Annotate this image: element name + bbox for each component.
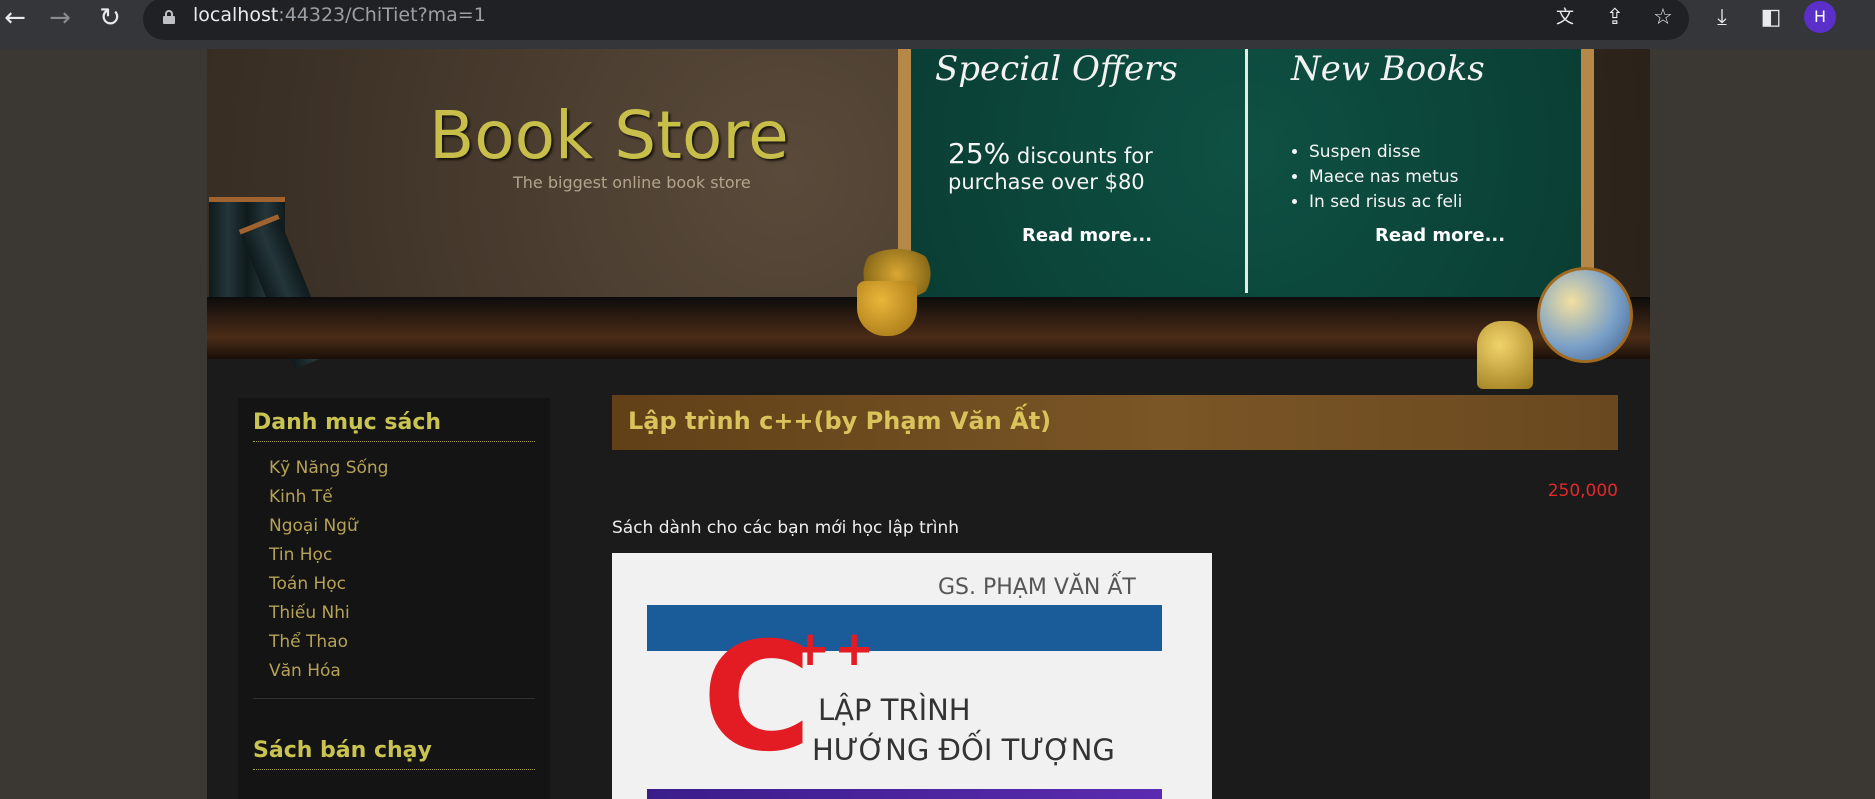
sidepanel-icon[interactable]: ◧ xyxy=(1756,3,1786,33)
lock-icon[interactable] xyxy=(163,10,175,24)
book-cover-image: GS. PHẠM VĂN ẤT C + + LẬP TRÌNH HƯỚNG ĐỐ… xyxy=(612,553,1212,799)
category-link[interactable]: Ngoại Ngữ xyxy=(269,516,358,536)
url-text[interactable]: localhost:44323/ChiTiet?ma=1 xyxy=(193,4,486,26)
category-link[interactable]: Kinh Tế xyxy=(269,487,333,507)
product-title-bar: Lập trình c++(by Phạm Văn Ất) xyxy=(612,395,1618,450)
book-illustration xyxy=(209,197,247,299)
new-book-item[interactable]: Suspen disse xyxy=(1309,140,1462,165)
reload-icon[interactable]: ↻ xyxy=(95,3,125,33)
download-icon[interactable]: ⤓ xyxy=(1707,3,1737,33)
new-books-list: Suspen disse Maece nas metus In sed risu… xyxy=(1289,140,1462,215)
chalkboard-divider xyxy=(1245,49,1248,293)
forward-arrow-icon[interactable]: → xyxy=(45,3,75,33)
section-divider xyxy=(253,698,535,699)
heading-divider xyxy=(253,441,535,442)
category-link[interactable]: Kỹ Năng Sống xyxy=(269,458,388,478)
category-link[interactable]: Thể Thao xyxy=(269,632,348,652)
category-link[interactable]: Toán Học xyxy=(269,574,346,594)
new-book-item[interactable]: Maece nas metus xyxy=(1309,165,1462,190)
new-books-heading: New Books xyxy=(1291,49,1485,89)
sidebar: Danh mục sách Kỹ Năng Sống Kinh Tế Ngoại… xyxy=(238,398,550,799)
star-icon[interactable]: ☆ xyxy=(1648,3,1678,33)
special-offers-heading: Special Offers xyxy=(935,49,1178,89)
discount-percent: 25% xyxy=(948,137,1011,170)
cover-plus: + xyxy=(834,621,875,677)
translate-icon[interactable]: 文 xyxy=(1550,3,1580,33)
logo-tagline: The biggest online book store xyxy=(513,173,751,192)
share-icon[interactable]: ⇪ xyxy=(1600,3,1630,33)
web-page: Book Store The biggest online book store… xyxy=(207,49,1650,799)
category-link[interactable]: Văn Hóa xyxy=(269,661,341,681)
new-book-item[interactable]: In sed risus ac feli xyxy=(1309,190,1462,215)
shelf xyxy=(207,297,1650,359)
url-host: localhost xyxy=(193,4,279,26)
cover-line1: LẬP TRÌNH xyxy=(818,693,971,727)
browser-toolbar: ← → ↻ localhost:44323/ChiTiet?ma=1 文 ⇪ ☆… xyxy=(0,0,1875,49)
category-link[interactable]: Tin Học xyxy=(269,545,332,565)
cover-line2: HƯỚNG ĐỐI TƯỢNG xyxy=(812,733,1115,767)
product-description: Sách dành cho các bạn mới học lập trình xyxy=(612,518,959,538)
categories-heading: Danh mục sách xyxy=(253,410,442,435)
bestsellers-heading: Sách bán chạy xyxy=(253,738,432,763)
back-arrow-icon[interactable]: ← xyxy=(0,3,30,33)
product-price: 250,000 xyxy=(1547,481,1618,501)
cover-plus: + xyxy=(790,621,831,677)
cover-author: GS. PHẠM VĂN ẤT xyxy=(938,575,1136,600)
url-path: :44323/ChiTiet?ma=1 xyxy=(278,4,486,26)
bell-icon xyxy=(1477,321,1533,389)
profile-avatar[interactable]: H xyxy=(1804,1,1836,33)
discount-line2: purchase over $80 xyxy=(948,170,1145,194)
globe-icon xyxy=(1537,267,1633,363)
discount-line1: discounts for xyxy=(1010,144,1153,168)
chalkboard: Special Offers 25% discounts for purchas… xyxy=(898,49,1594,323)
logo-title[interactable]: Book Store xyxy=(429,97,789,174)
special-offers-read-more-link[interactable]: Read more... xyxy=(1022,225,1152,246)
cover-bottom-band xyxy=(647,789,1162,799)
product-title: Lập trình c++(by Phạm Văn Ất) xyxy=(628,407,1052,435)
category-link[interactable]: Thiếu Nhi xyxy=(269,603,350,623)
heading-divider xyxy=(253,769,535,770)
new-books-read-more-link[interactable]: Read more... xyxy=(1375,225,1505,246)
header-banner: Book Store The biggest online book store… xyxy=(207,49,1650,389)
pot-icon xyxy=(857,281,917,336)
special-offers-text: 25% discounts for purchase over $80 xyxy=(948,140,1153,195)
